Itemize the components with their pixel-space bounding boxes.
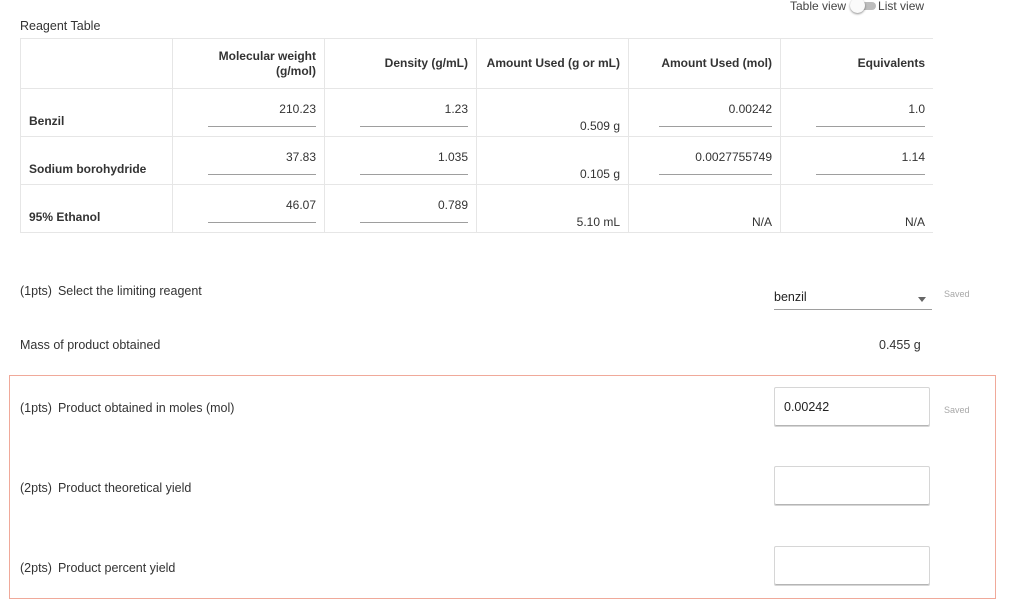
reagent-table: Molecular weight (g/mol) Density (g/mL) … [20,38,933,233]
header-amount-mol: Amount Used (mol) [628,38,781,89]
percent-yield-input[interactable] [774,546,930,586]
amount-used-value: 0.509 g [579,119,620,133]
limiting-reagent-label: (1pts) Select the limiting reagent [20,284,202,298]
theoretical-yield-label: (2pts) Product theoretical yield [20,481,191,495]
amount-used-value: 0.105 g [579,167,620,181]
amount-mol-value: N/A [751,215,772,229]
limiting-reagent-select[interactable]: benzil [774,283,932,310]
density-input[interactable]: 1.035 [360,150,468,175]
moles-label: (1pts) Product obtained in moles (mol) [20,401,234,415]
reagent-name: Sodium borohydride [20,136,173,185]
header-reagent [20,38,173,89]
table-row: Sodium borohydride 37.83 1.035 0.105 g 0… [20,136,933,185]
saved-status: Saved [944,405,970,415]
points-label: (1pts) [20,401,52,415]
question-text: Select the limiting reagent [57,284,202,298]
question-text: Product obtained in moles (mol) [57,401,235,415]
table-view-label: Table view [790,0,847,13]
saved-status: Saved [944,289,970,299]
header-molecular-weight: Molecular weight (g/mol) [172,38,325,89]
moles-input[interactable] [774,387,930,427]
header-amount-used: Amount Used (g or mL) [476,38,629,89]
reagent-table-container: Molecular weight (g/mol) Density (g/mL) … [20,38,933,234]
selected-value: benzil [774,290,807,304]
view-toggle: Table view List view [790,0,925,13]
header-density: Density (g/mL) [324,38,477,89]
section-title: Reagent Table [20,19,101,33]
question-text: Product percent yield [57,561,176,575]
percent-yield-label: (2pts) Product percent yield [20,561,175,575]
equivalents-input[interactable]: 1.14 [816,150,925,175]
equivalents-value: N/A [904,215,925,229]
table-header-row: Molecular weight (g/mol) Density (g/mL) … [20,38,933,89]
molecular-weight-input[interactable]: 46.07 [208,198,316,223]
amount-used-value: 5.10 mL [576,215,620,229]
reagent-name: 95% Ethanol [20,184,173,233]
points-label: (2pts) [20,481,52,495]
molecular-weight-input[interactable]: 210.23 [208,102,316,127]
amount-mol-input[interactable]: 0.0027755749 [659,150,772,175]
question-text: Product theoretical yield [57,481,192,495]
chevron-down-icon[interactable] [918,297,926,302]
amount-mol-input[interactable]: 0.00242 [659,102,772,127]
mass-value: 0.455 g [879,338,921,352]
switch-knob[interactable] [850,0,866,13]
table-row: 95% Ethanol 46.07 0.789 5.10 mL N/A N/A [20,184,933,233]
density-input[interactable]: 0.789 [360,198,468,223]
equivalents-input[interactable]: 1.0 [816,102,925,127]
points-label: (1pts) [20,284,52,298]
mass-label: Mass of product obtained [20,338,161,352]
points-label: (2pts) [20,561,52,575]
molecular-weight-input[interactable]: 37.83 [208,150,316,175]
view-switch[interactable] [850,0,877,13]
list-view-label: List view [878,0,925,13]
table-row: Benzil 210.23 1.23 0.509 g 0.00242 1.0 [20,88,933,137]
header-equivalents: Equivalents [780,38,933,89]
theoretical-yield-input[interactable] [774,466,930,506]
reagent-name: Benzil [20,88,173,137]
density-input[interactable]: 1.23 [360,102,468,127]
